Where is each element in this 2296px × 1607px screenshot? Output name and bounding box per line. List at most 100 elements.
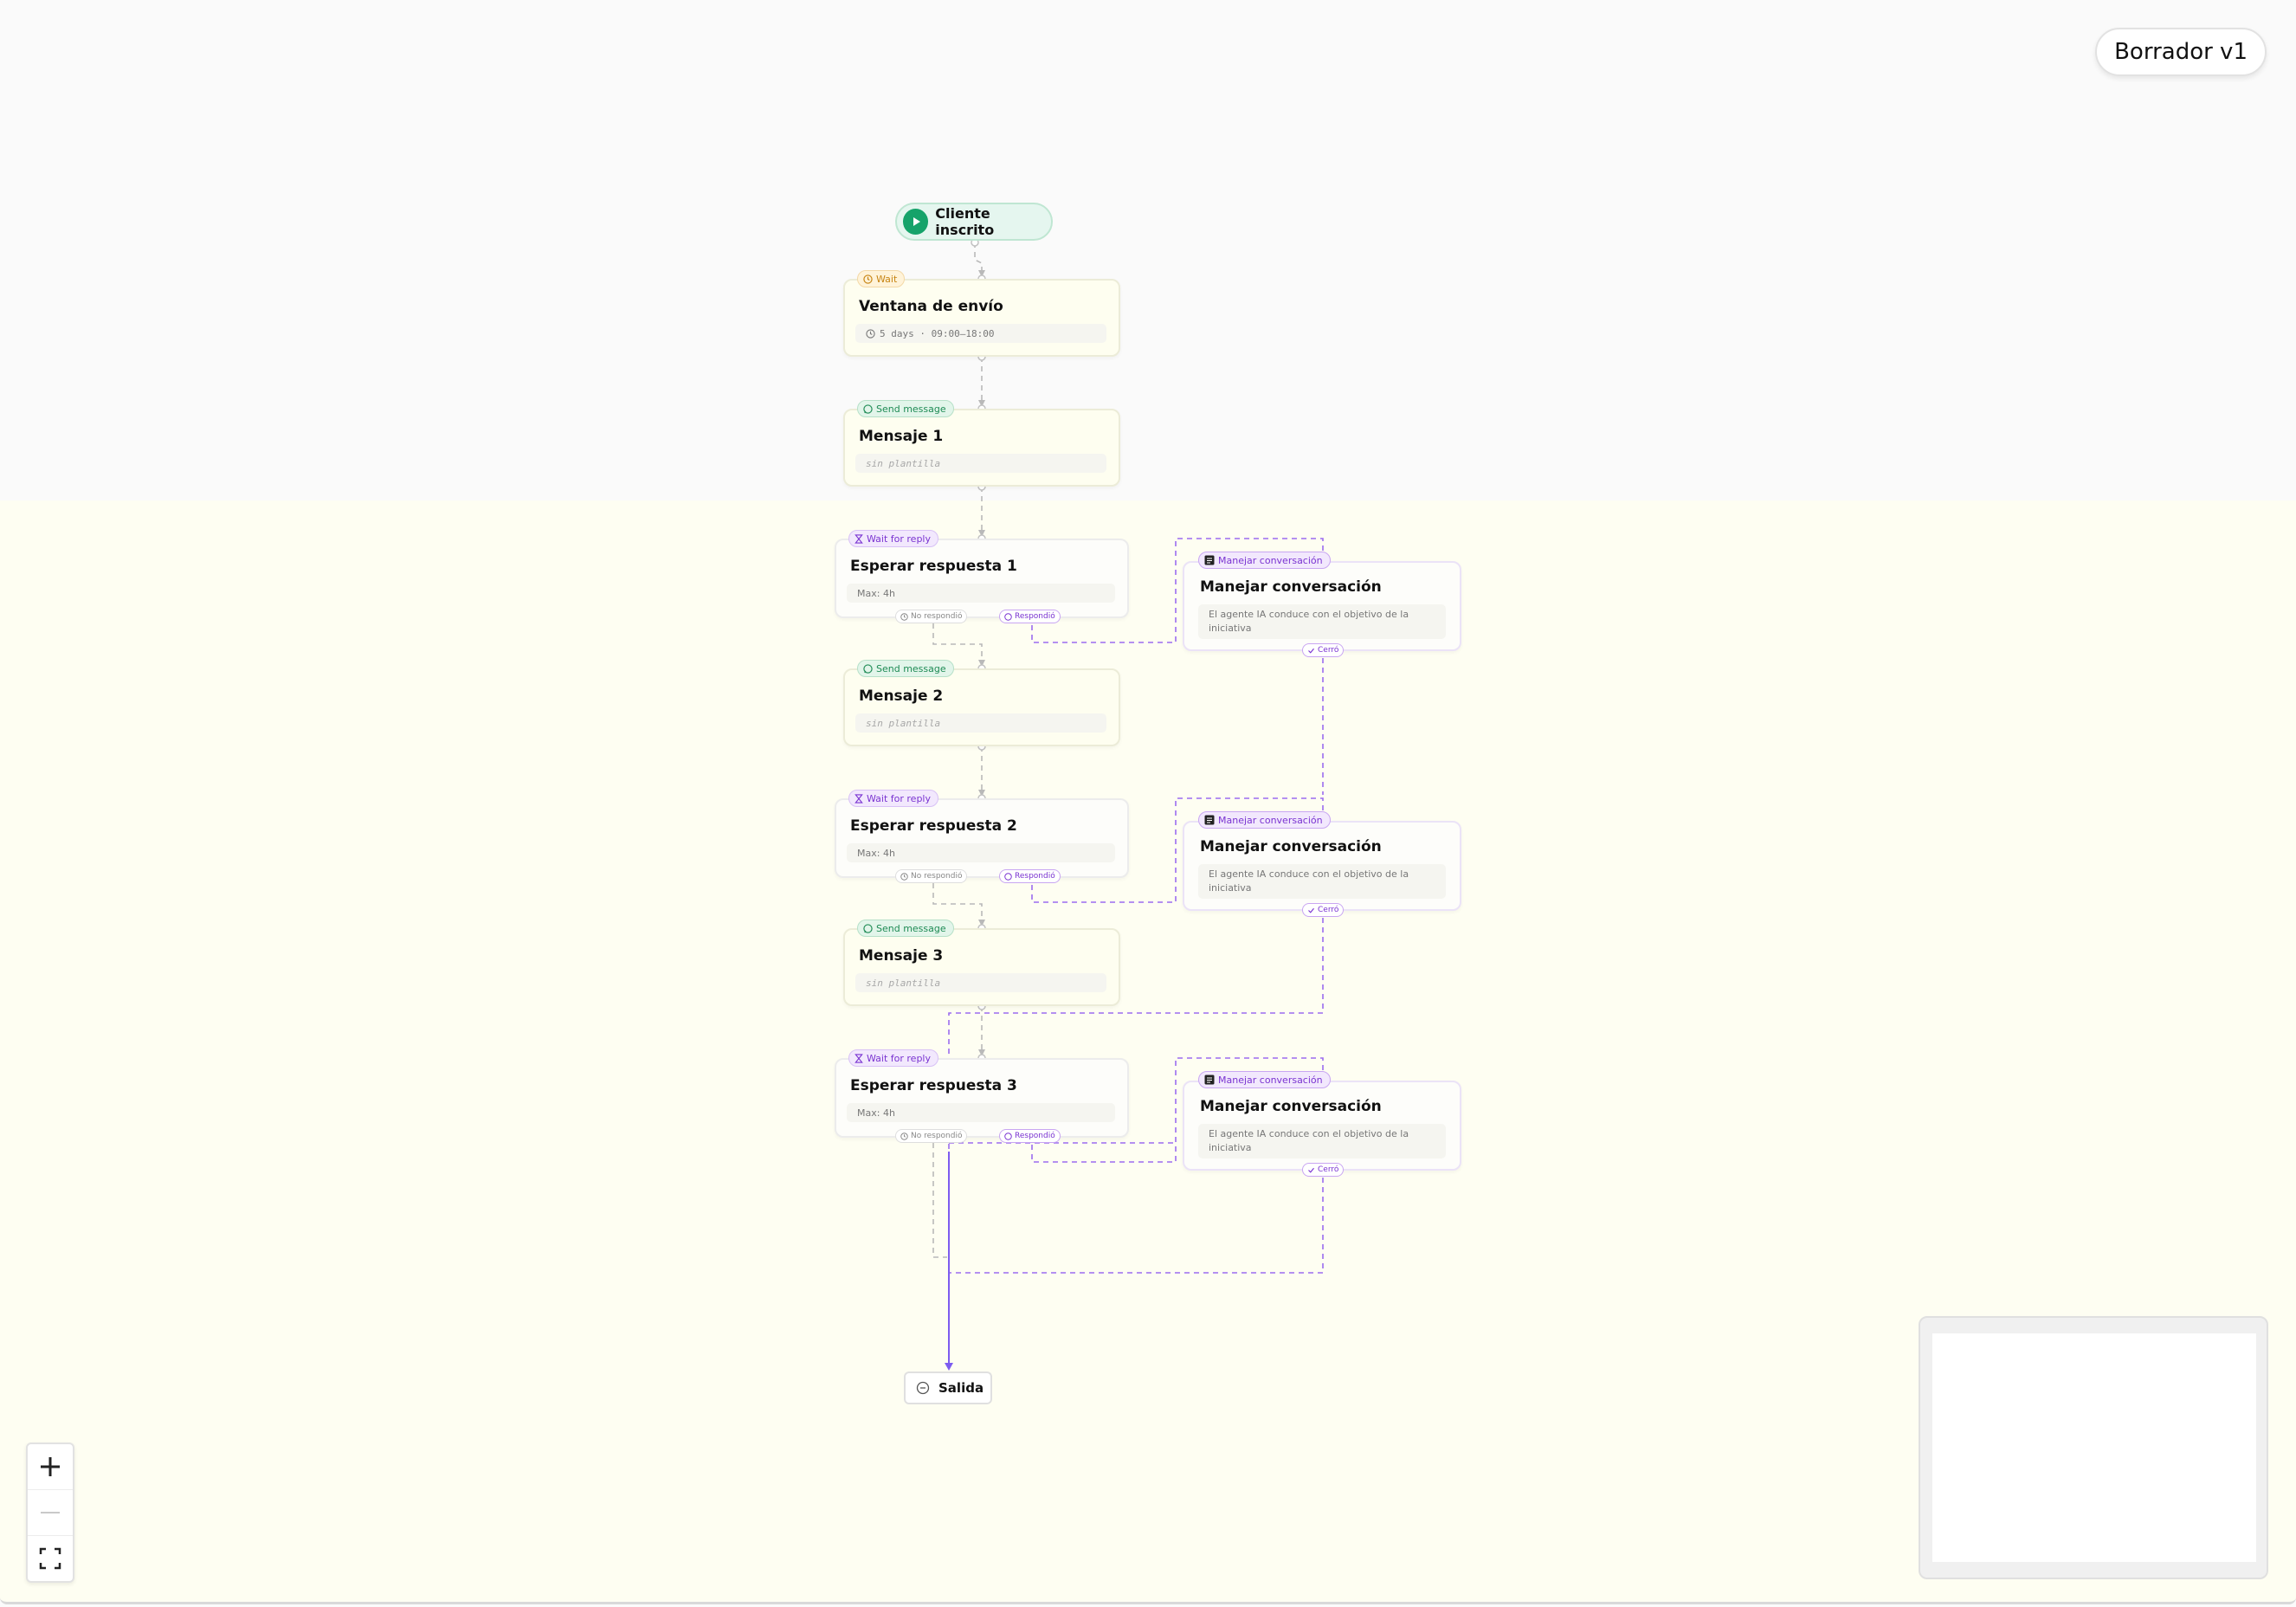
- check-icon: [1308, 648, 1314, 654]
- badge-send-message: Send message: [857, 920, 954, 937]
- badge-manage-conversation: Manejar conversación: [1198, 552, 1331, 569]
- wait-for-reply-node-2[interactable]: Esperar respuesta 2 Max: 4h: [835, 798, 1129, 878]
- badge-label: Wait for reply: [867, 792, 931, 804]
- node-title: Mensaje 1: [859, 428, 944, 445]
- clock-icon: [900, 1132, 908, 1140]
- node-detail: sin plantilla: [855, 973, 1106, 992]
- fit-view-icon: [39, 1547, 61, 1570]
- port-replied[interactable]: Respondió: [999, 1129, 1061, 1143]
- badge-manage-conversation: Manejar conversación: [1198, 1071, 1331, 1088]
- port-label: Cerró: [1318, 1165, 1339, 1174]
- node-title: Ventana de envío: [859, 298, 1003, 315]
- zoom-in-button[interactable]: [28, 1444, 73, 1490]
- trigger-node[interactable]: Cliente inscrito: [895, 203, 1053, 241]
- badge-label: Manejar conversación: [1218, 814, 1323, 826]
- port-label: No respondió: [911, 1132, 963, 1140]
- node-detail: El agente IA conduce con el objetivo de …: [1198, 604, 1446, 639]
- send-message-node-3[interactable]: Mensaje 3 sin plantilla: [843, 928, 1120, 1006]
- check-icon: [1308, 1167, 1314, 1173]
- wait-for-reply-node-3[interactable]: Esperar respuesta 3 Max: 4h: [835, 1058, 1129, 1138]
- node-title: Esperar respuesta 2: [850, 817, 1017, 835]
- port-no-reply[interactable]: No respondió: [895, 610, 968, 623]
- node-detail: Max: 4h: [847, 1103, 1115, 1122]
- manage-conversation-node-1[interactable]: Manejar conversación El agente IA conduc…: [1183, 561, 1461, 651]
- badge-label: Manejar conversación: [1218, 554, 1323, 566]
- edge-manage3-exit: [949, 1178, 1324, 1274]
- node-title: Esperar respuesta 3: [850, 1077, 1017, 1094]
- node-detail: 5 days · 09:00–18:00: [855, 324, 1106, 343]
- badge-send-message: Send message: [857, 660, 954, 677]
- node-title: Manejar conversación: [1200, 578, 1382, 596]
- chat-icon: [1004, 612, 1012, 621]
- port-label: No respondió: [911, 872, 963, 881]
- exit-label: Salida: [938, 1380, 984, 1396]
- trigger-label: Cliente inscrito: [935, 205, 995, 238]
- fit-view-button[interactable]: [28, 1536, 73, 1581]
- node-detail-text: 5 days · 09:00–18:00: [880, 327, 995, 339]
- flow-canvas[interactable]: Borrador v1 Cliente inscrito Ventana de …: [0, 0, 2296, 1607]
- badge-label: Send message: [876, 403, 946, 415]
- node-title: Manejar conversación: [1200, 1098, 1382, 1115]
- badge-label: Send message: [876, 662, 946, 674]
- minimap[interactable]: [1919, 1316, 2268, 1579]
- clock-icon: [863, 274, 873, 284]
- agent-icon: [1204, 555, 1215, 565]
- chat-icon: [1004, 1132, 1012, 1140]
- zoom-out-button[interactable]: [28, 1490, 73, 1536]
- manage-conversation-node-3[interactable]: Manejar conversación El agente IA conduc…: [1183, 1081, 1461, 1171]
- whatsapp-icon: [863, 403, 873, 414]
- port-label: No respondió: [911, 612, 963, 621]
- edge-wait2-msg3: [932, 883, 983, 925]
- badge-wait-for-reply: Wait for reply: [848, 530, 938, 547]
- node-detail: Max: 4h: [847, 584, 1115, 603]
- hourglass-icon: [855, 533, 863, 544]
- edge-wait3-exit-noreply: [932, 1143, 947, 1258]
- hourglass-icon: [855, 793, 863, 804]
- badge-wait: Wait: [857, 270, 906, 287]
- node-detail: sin plantilla: [855, 713, 1106, 733]
- node-title: Mensaje 2: [859, 687, 944, 705]
- clock-icon: [900, 872, 908, 881]
- exit-node[interactable]: Salida: [904, 1371, 992, 1404]
- badge-label: Wait for reply: [867, 532, 931, 545]
- clock-icon: [900, 612, 908, 621]
- port-replied[interactable]: Respondió: [999, 869, 1061, 883]
- agent-icon: [1204, 1075, 1215, 1085]
- port-closed[interactable]: Cerró: [1302, 903, 1345, 917]
- node-title: Mensaje 3: [859, 947, 944, 965]
- port-replied[interactable]: Respondió: [999, 610, 1061, 623]
- send-message-node-2[interactable]: Mensaje 2 sin plantilla: [843, 668, 1120, 746]
- port-closed[interactable]: Cerró: [1302, 643, 1345, 657]
- chat-icon: [1004, 872, 1012, 881]
- node-detail: sin plantilla: [855, 454, 1106, 473]
- node-title: Esperar respuesta 1: [850, 558, 1017, 575]
- draft-version-label: Borrador v1: [2114, 39, 2248, 65]
- port-no-reply[interactable]: No respondió: [895, 1129, 968, 1143]
- wait-for-reply-node-1[interactable]: Esperar respuesta 1 Max: 4h: [835, 539, 1129, 618]
- node-title: Manejar conversación: [1200, 838, 1382, 855]
- port-closed[interactable]: Cerró: [1302, 1163, 1345, 1177]
- edge-wait1-msg2: [932, 623, 983, 665]
- whatsapp-icon: [863, 923, 873, 933]
- clock-icon: [866, 328, 875, 339]
- badge-label: Manejar conversación: [1218, 1074, 1323, 1086]
- send-message-node-1[interactable]: Mensaje 1 sin plantilla: [843, 409, 1120, 487]
- node-detail: El agente IA conduce con el objetivo de …: [1198, 1124, 1446, 1158]
- badge-wait-for-reply: Wait for reply: [848, 1049, 938, 1067]
- check-icon: [1308, 907, 1314, 913]
- manage-conversation-node-2[interactable]: Manejar conversación El agente IA conduc…: [1183, 821, 1461, 911]
- exit-icon: [916, 1381, 930, 1395]
- badge-label: Wait for reply: [867, 1052, 931, 1064]
- minimap-viewport[interactable]: [1932, 1333, 2256, 1562]
- port-label: Respondió: [1015, 1132, 1055, 1140]
- whatsapp-icon: [863, 663, 873, 674]
- badge-send-message: Send message: [857, 400, 954, 417]
- node-detail: Max: 4h: [847, 843, 1115, 862]
- wait-node-window[interactable]: Ventana de envío 5 days · 09:00–18:00: [843, 279, 1120, 357]
- agent-icon: [1204, 815, 1215, 825]
- badge-label: Send message: [876, 922, 946, 934]
- port-label: Respondió: [1015, 612, 1055, 621]
- draft-version-badge[interactable]: Borrador v1: [2095, 28, 2267, 76]
- port-no-reply[interactable]: No respondió: [895, 869, 968, 883]
- badge-manage-conversation: Manejar conversación: [1198, 811, 1331, 829]
